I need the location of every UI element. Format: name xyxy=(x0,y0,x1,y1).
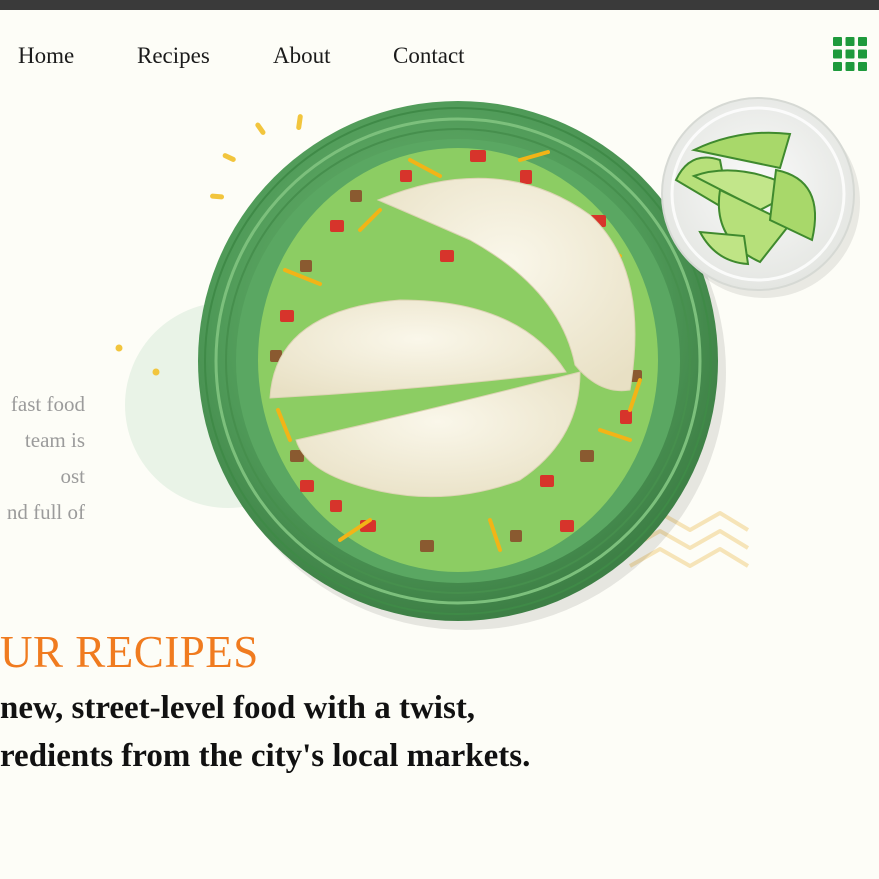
subtitle-line: redients from the city's local markets. xyxy=(0,738,531,774)
hero-description-line: team is xyxy=(24,428,85,452)
hero-description-line: fast food xyxy=(10,392,85,416)
plate-image xyxy=(198,101,718,621)
hero-description: fast food team is ost nd full of xyxy=(0,386,85,530)
hero-illustration xyxy=(115,97,860,630)
hero-description-line: ost xyxy=(60,464,85,488)
hero-description-line: nd full of xyxy=(6,500,85,524)
subtitle-line: new, street-level food with a twist, xyxy=(0,690,476,726)
recipes-section-title: UR RECIPES xyxy=(0,627,259,677)
recipes-section-subtitle: new, street-level food with a twist, red… xyxy=(0,684,530,780)
